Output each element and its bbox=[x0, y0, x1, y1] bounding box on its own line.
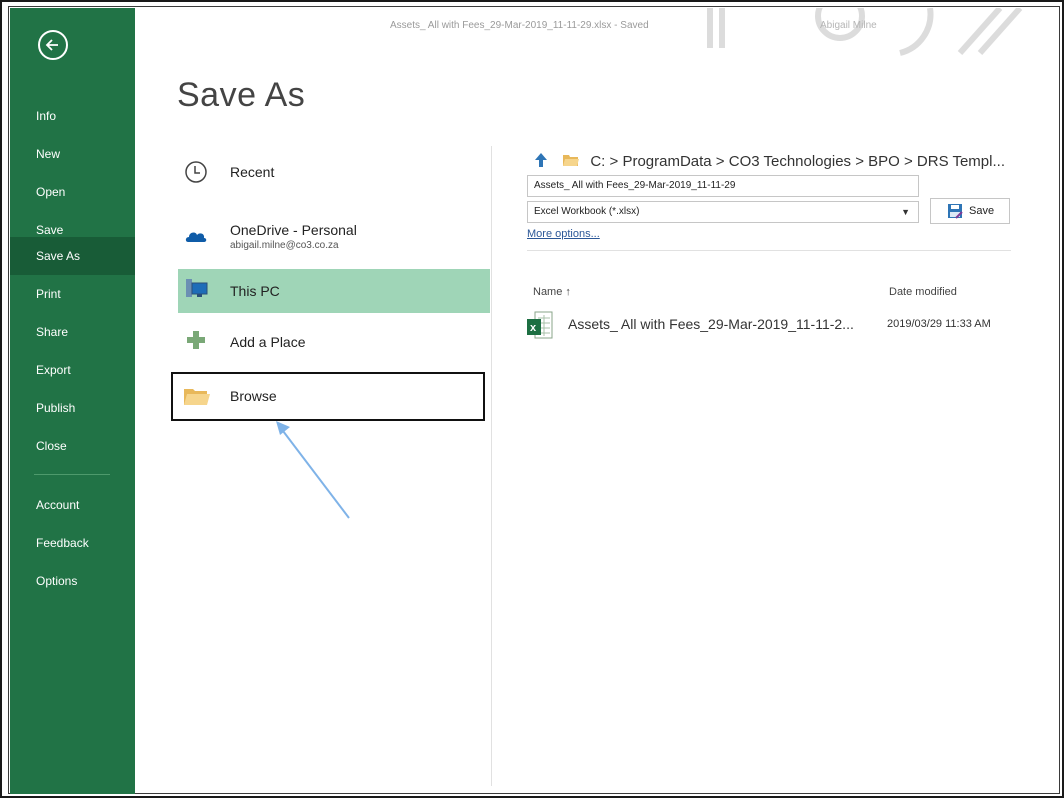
filetype-value: Excel Workbook (*.xlsx) bbox=[534, 206, 640, 217]
nav-new[interactable]: New bbox=[10, 135, 135, 173]
back-button[interactable] bbox=[38, 30, 68, 60]
back-arrow-icon bbox=[45, 39, 58, 51]
file-row[interactable]: x Assets_ All with Fees_29-Mar-2019_11-1… bbox=[526, 306, 1012, 346]
onedrive-cloud-icon bbox=[185, 232, 207, 242]
chevron-down-icon: ▼ bbox=[901, 207, 910, 217]
location-recent[interactable]: Recent bbox=[178, 150, 490, 194]
current-path[interactable]: C: > ProgramData > CO3 Technologies > BP… bbox=[534, 152, 1005, 170]
location-this-pc[interactable]: This PC bbox=[178, 269, 490, 313]
nav-print[interactable]: Print bbox=[10, 275, 135, 313]
nav-open[interactable]: Open bbox=[10, 173, 135, 211]
more-options-link[interactable]: More options... bbox=[527, 228, 600, 240]
nav-save-as[interactable]: Save As bbox=[10, 237, 135, 275]
browse-highlight-box bbox=[171, 372, 485, 421]
column-name-header[interactable]: Name ↑ bbox=[533, 286, 571, 298]
location-add-place-label: Add a Place bbox=[230, 334, 306, 350]
nav-account[interactable]: Account bbox=[10, 486, 135, 524]
save-panel-divider bbox=[527, 250, 1011, 251]
pane-divider bbox=[491, 146, 492, 786]
up-arrow-icon[interactable] bbox=[534, 152, 548, 168]
filename-input[interactable]: Assets_ All with Fees_29-Mar-2019_11-11-… bbox=[527, 175, 919, 197]
svg-text:x: x bbox=[530, 322, 537, 334]
path-folder-icon bbox=[563, 155, 580, 166]
nav-share[interactable]: Share bbox=[10, 313, 135, 351]
save-button[interactable]: Save bbox=[930, 198, 1010, 224]
nav-options[interactable]: Options bbox=[10, 562, 135, 600]
nav-separator bbox=[34, 474, 110, 475]
computer-icon bbox=[186, 279, 208, 297]
file-date: 2019/03/29 11:33 AM bbox=[887, 318, 991, 330]
location-onedrive-label: OneDrive - Personal bbox=[230, 222, 357, 238]
nav-export[interactable]: Export bbox=[10, 351, 135, 389]
column-date-header[interactable]: Date modified bbox=[889, 286, 957, 298]
window-inner-frame bbox=[8, 6, 1060, 794]
background-decoration-icon bbox=[707, 8, 1023, 56]
save-button-label: Save bbox=[969, 205, 995, 217]
nav-feedback[interactable]: Feedback bbox=[10, 524, 135, 562]
backstage-sidebar: Info New Open Save Save As Print Share E… bbox=[10, 8, 135, 794]
nav-info[interactable]: Info bbox=[10, 97, 135, 135]
filetype-select[interactable]: Excel Workbook (*.xlsx) ▼ bbox=[527, 201, 919, 223]
excel-file-icon: x bbox=[527, 311, 553, 339]
location-add-place[interactable]: Add a Place bbox=[178, 318, 490, 362]
path-text: C: > ProgramData > CO3 Technologies > BP… bbox=[590, 153, 1005, 170]
page-title: Save As bbox=[177, 76, 306, 114]
save-disk-icon bbox=[948, 204, 963, 219]
document-title: Assets_ All with Fees_29-Mar-2019_11-11-… bbox=[390, 20, 649, 31]
user-name[interactable]: Abigail Milne bbox=[820, 20, 877, 31]
location-recent-label: Recent bbox=[230, 164, 275, 180]
file-name: Assets_ All with Fees_29-Mar-2019_11-11-… bbox=[568, 316, 854, 332]
nav-close[interactable]: Close bbox=[10, 427, 135, 465]
pointer-arrow-icon bbox=[276, 421, 350, 519]
clock-icon bbox=[185, 161, 207, 183]
location-this-pc-label: This PC bbox=[230, 283, 280, 299]
nav-publish[interactable]: Publish bbox=[10, 389, 135, 427]
location-onedrive[interactable]: OneDrive - Personal abigail.milne@co3.co… bbox=[178, 210, 490, 258]
plus-icon bbox=[187, 331, 205, 349]
location-onedrive-account: abigail.milne@co3.co.za bbox=[230, 240, 339, 251]
